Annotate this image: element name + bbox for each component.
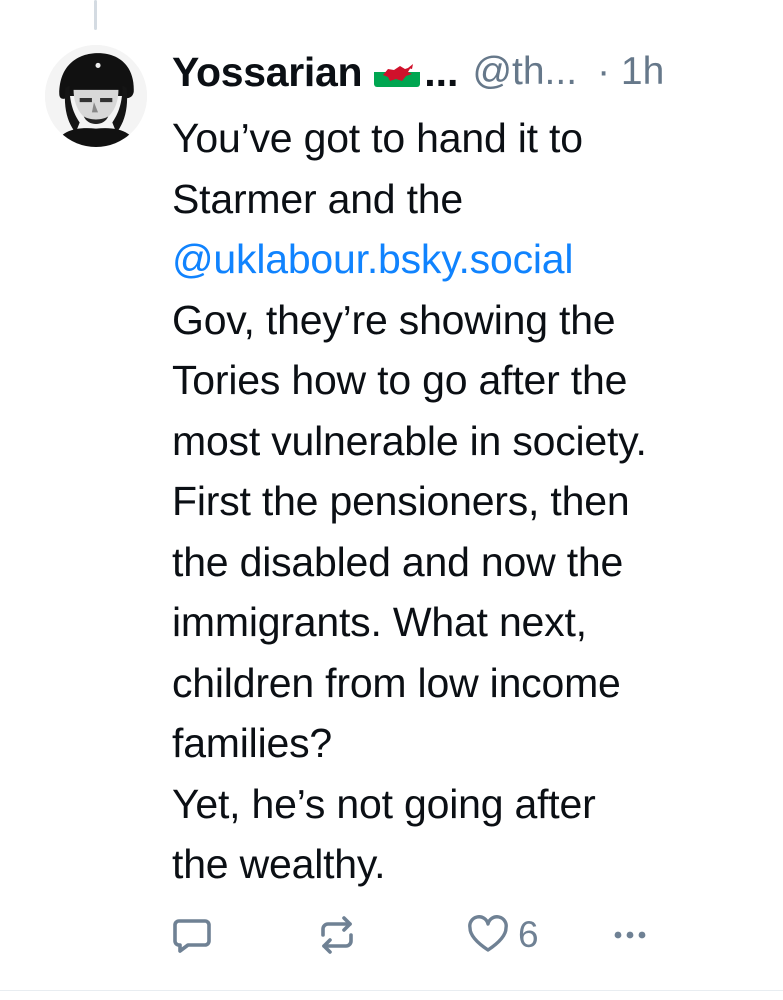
post-text-line: First the pensioners, then [172,478,630,524]
post-divider [0,990,783,991]
post-text-line: Gov, they’re showing the [172,296,616,343]
wales-flag-icon [374,57,421,87]
post-text-line: You’ve got to hand it to [172,115,583,161]
avatar-portrait-image [45,45,147,147]
reply-button[interactable] [170,905,214,965]
post-timestamp[interactable]: · 1h [597,50,664,94]
post-text-line: Starmer and the [172,175,463,222]
post-header: Yossarian ... @th... · 1h [172,48,752,96]
like-button[interactable]: 6 [466,905,539,965]
author-display-name[interactable]: Yossarian [172,49,363,96]
like-count: 6 [518,914,539,955]
reply-icon [173,919,211,953]
post-text-line: immigrants. What next, [172,599,587,645]
post-text-line: the wealthy. [172,841,386,887]
post-action-bar: 6 [160,905,680,965]
more-icon [614,931,646,939]
post-body-text: You’ve got to hand it to Starmer and the… [172,108,772,895]
author-avatar[interactable] [45,45,147,147]
post-text-line: children from low income [172,659,621,706]
thread-connector-line [94,0,97,30]
post-text-line: most vulnerable in society. [172,417,647,464]
repost-icon [321,916,353,954]
more-options-button[interactable] [608,905,652,965]
heart-icon [468,915,508,952]
display-name-ellipsis: ... [424,48,459,95]
post-text-line: Tories how to go after the [172,357,628,403]
repost-button[interactable] [315,905,359,965]
author-handle[interactable]: @th... [472,50,577,94]
post-text-line: Yet, he’s not going after [172,780,596,827]
mention-link[interactable]: @uklabour.bsky.social [172,229,772,290]
post-text-line: families? [172,720,332,766]
post-text-line: the disabled and now the [172,538,624,585]
